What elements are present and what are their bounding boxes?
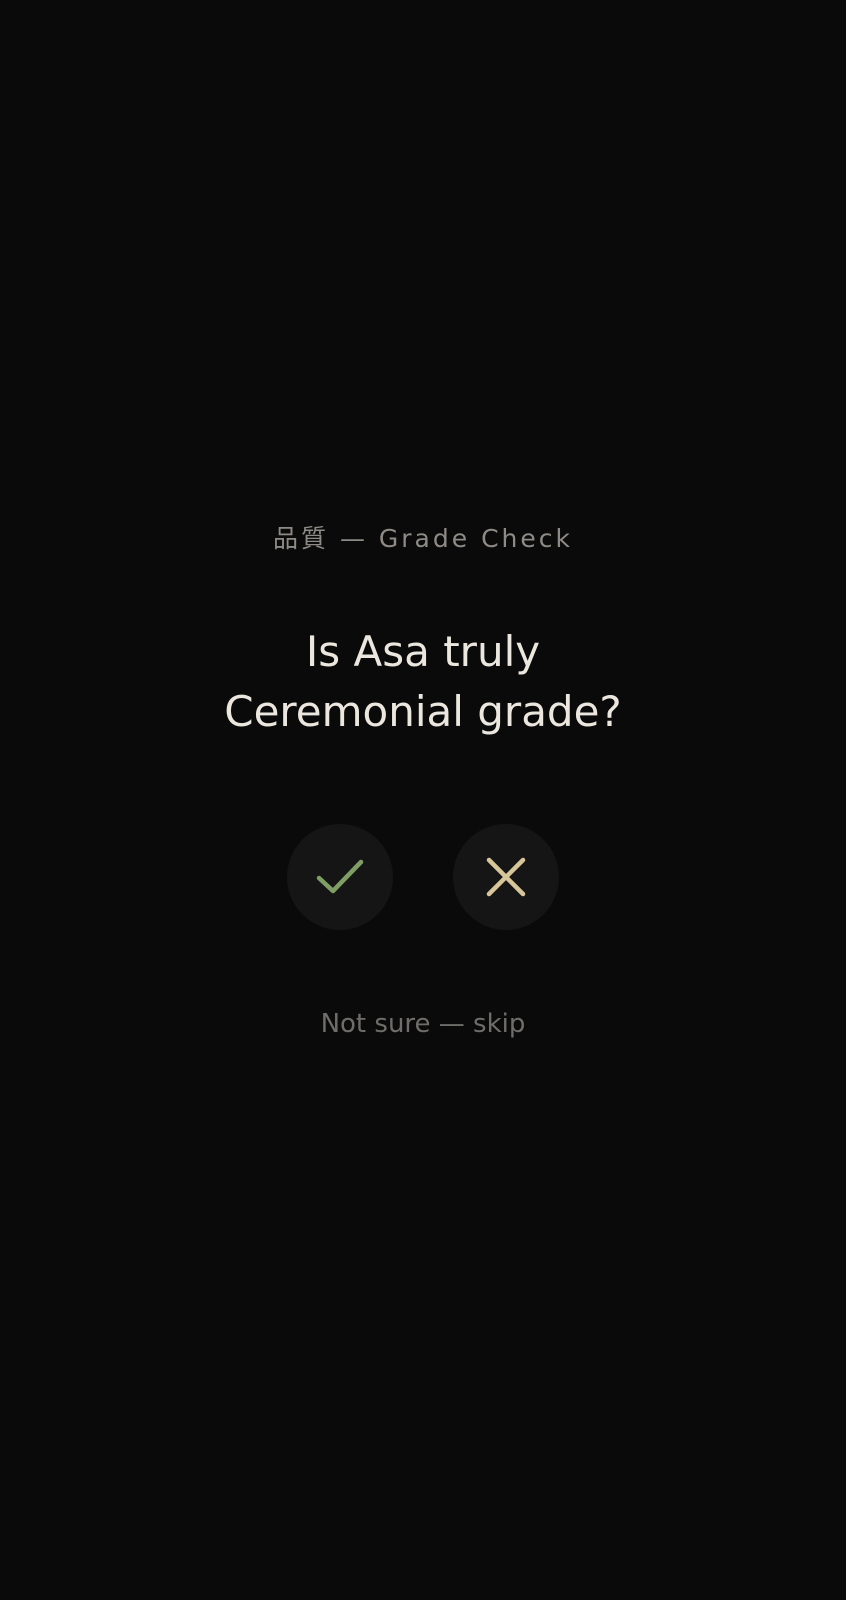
question-line-2: Ceremonial grade? — [224, 687, 622, 736]
skip-link[interactable]: Not sure — skip — [0, 1006, 846, 1042]
confirm-no-button[interactable] — [453, 824, 559, 930]
confirm-yes-button[interactable] — [287, 824, 393, 930]
section-eyebrow: 品質 — Grade Check — [273, 524, 573, 553]
grade-check-screen: 品質 — Grade Check Is Asa truly Ceremonial… — [0, 0, 846, 1600]
checkmark-icon — [316, 859, 364, 894]
question-line-1: Is Asa truly — [305, 627, 541, 676]
question-title: Is Asa truly Ceremonial grade? — [0, 622, 846, 742]
close-icon — [486, 857, 526, 897]
